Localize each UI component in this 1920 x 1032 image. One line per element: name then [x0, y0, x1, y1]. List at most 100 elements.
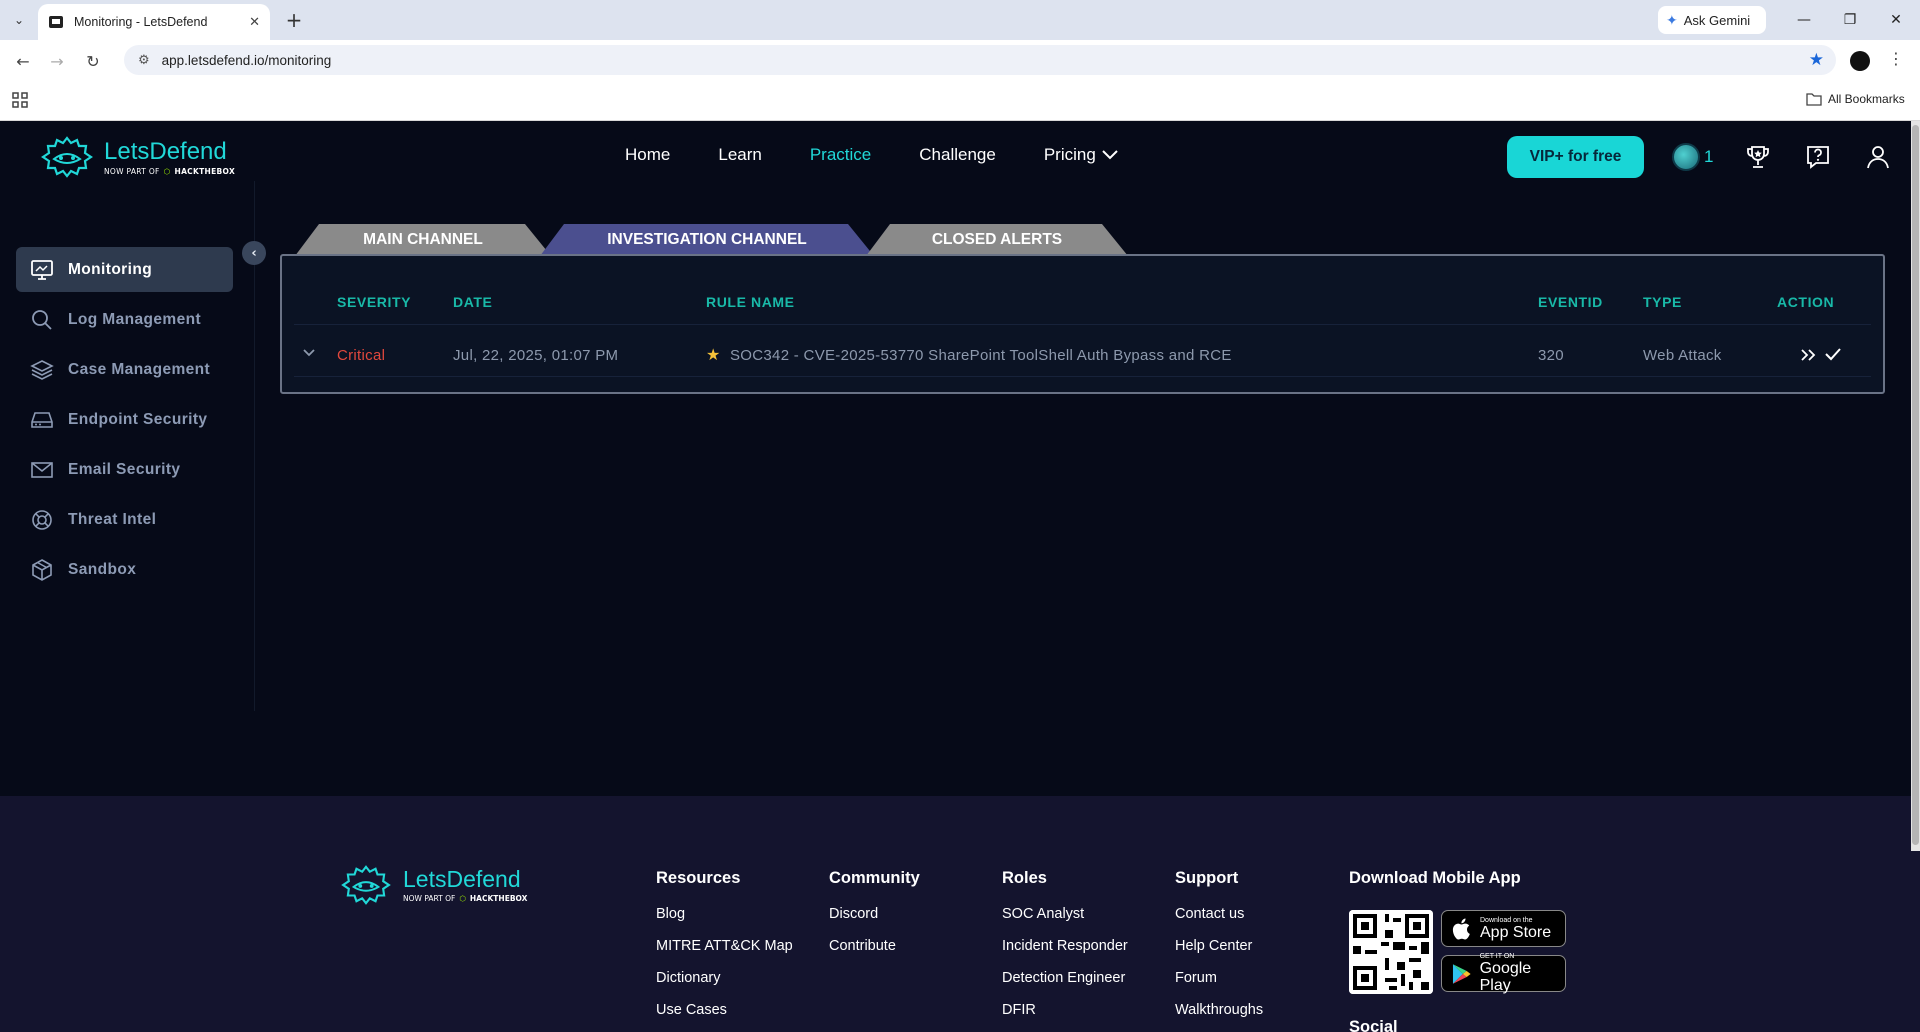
nav-learn[interactable]: Learn — [718, 145, 761, 165]
streak-count: 1 — [1704, 147, 1714, 166]
footer-link-use-cases[interactable]: Use Cases — [656, 1002, 793, 1018]
profile-avatar[interactable] — [1850, 51, 1870, 71]
app-store-big-text: App Store — [1480, 923, 1552, 941]
cube-icon — [32, 558, 52, 581]
restore-icon[interactable]: ❐ — [1830, 6, 1870, 34]
google-play-button[interactable]: GET IT ON Google Play — [1441, 953, 1566, 994]
nav-home[interactable]: Home — [625, 145, 670, 165]
app-store-small-text: Download on the — [1480, 916, 1533, 924]
letsdefend-logo-icon — [341, 865, 391, 905]
htb-cube-icon: ⬡ — [459, 894, 466, 903]
sidebar-item-label: Sandbox — [68, 560, 137, 578]
ask-gemini-button[interactable]: ✦ Ask Gemini — [1658, 6, 1766, 34]
nav-practice[interactable]: Practice — [810, 145, 871, 165]
footer-brand[interactable]: LetsDefend NOW PART OF ⬡ HACKTHEBOX — [339, 864, 527, 906]
browser-menu-icon[interactable]: ⋮ — [1888, 49, 1904, 68]
footer-brand-subtitle: NOW PART OF ⬡ HACKTHEBOX — [403, 894, 527, 903]
column-header-date[interactable]: DATE — [453, 294, 492, 310]
omnibox[interactable]: ⚙ app.letsdefend.io/monitoring ★ — [124, 45, 1836, 75]
page-scrollbar[interactable] — [1911, 121, 1920, 851]
minimize-icon[interactable]: — — [1784, 6, 1824, 34]
sidebar-item-label: Log Management — [68, 310, 202, 328]
user-profile-icon[interactable] — [1864, 143, 1892, 171]
site-settings-icon[interactable]: ⚙ — [138, 53, 150, 68]
footer-link-mitre[interactable]: MITRE ATT&CK Map — [656, 938, 793, 954]
google-play-icon — [1452, 963, 1471, 984]
trophy-icon[interactable] — [1744, 143, 1772, 171]
footer-link-contact[interactable]: Contact us — [1175, 906, 1263, 922]
brand-subtitle: NOW PART OF ⬡ HACKTHEBOX — [104, 167, 235, 176]
new-tab-icon[interactable]: + — [282, 8, 306, 32]
vip-free-button[interactable]: VIP+ for free — [1507, 136, 1644, 178]
help-icon[interactable] — [1804, 143, 1832, 171]
footer-link-soc-analyst[interactable]: SOC Analyst — [1002, 906, 1128, 922]
apps-grid-icon[interactable] — [12, 92, 28, 108]
sidebar-item-sandbox[interactable]: Sandbox — [16, 547, 233, 592]
reload-icon[interactable]: ↻ — [82, 50, 104, 72]
sidebar-item-label: Email Security — [68, 460, 181, 478]
footer-link-dfir[interactable]: DFIR — [1002, 1002, 1128, 1018]
browser-tab-title: Monitoring - LetsDefend — [74, 15, 208, 29]
letsdefend-favicon-icon — [49, 16, 63, 28]
app-store-button[interactable]: Download on the App Store — [1441, 910, 1566, 947]
take-ownership-icon[interactable] — [1800, 348, 1818, 362]
expand-row-chevron-icon[interactable] — [302, 348, 316, 358]
htb-cube-icon: ⬡ — [163, 166, 171, 176]
footer-link-detection-engineer[interactable]: Detection Engineer — [1002, 970, 1128, 986]
type-cell: Web Attack — [1643, 347, 1722, 364]
nav-challenge[interactable]: Challenge — [919, 145, 996, 165]
close-window-icon[interactable]: ✕ — [1876, 6, 1916, 34]
tab-search-icon[interactable]: ⌄ — [8, 9, 30, 31]
close-tab-icon[interactable]: ✕ — [249, 15, 260, 30]
footer-column-resources: Resources Blog MITRE ATT&CK Map Dictiona… — [656, 869, 793, 1032]
url-text[interactable]: app.letsdefend.io/monitoring — [162, 53, 332, 68]
column-header-type[interactable]: TYPE — [1643, 294, 1682, 310]
footer-link-forum[interactable]: Forum — [1175, 970, 1263, 986]
sidebar-item-monitoring[interactable]: Monitoring — [16, 247, 233, 292]
sidebar-item-email-security[interactable]: Email Security — [16, 447, 233, 492]
nav-pricing[interactable]: Pricing — [1044, 145, 1118, 165]
tab-main-channel[interactable]: MAIN CHANNEL — [295, 224, 551, 256]
bookmark-star-icon[interactable]: ★ — [1809, 50, 1824, 70]
footer-brand-sub-partner: HACKTHEBOX — [469, 894, 528, 903]
footer-heading: Roles — [1002, 869, 1047, 887]
brand-sub-partner: HACKTHEBOX — [174, 166, 236, 176]
footer-column-community: Community Discord Contribute — [829, 869, 920, 970]
back-icon[interactable]: ← — [12, 50, 34, 72]
brand-logo[interactable]: LetsDefend NOW PART OF ⬡ HACKTHEBOX — [40, 135, 235, 179]
column-header-severity[interactable]: SEVERITY — [337, 294, 411, 310]
sidebar-item-threat-intel[interactable]: Threat Intel — [16, 497, 233, 542]
footer-column-roles: Roles SOC Analyst Incident Responder Det… — [1002, 869, 1128, 1032]
streak-globe-icon — [1672, 143, 1700, 171]
column-header-eventid[interactable]: EVENTID — [1538, 294, 1603, 310]
collapse-sidebar-icon[interactable]: ‹ — [242, 241, 266, 265]
tab-investigation-channel[interactable]: INVESTIGATION CHANNEL — [540, 224, 874, 256]
footer-link-help-center[interactable]: Help Center — [1175, 938, 1263, 954]
browser-tab[interactable]: Monitoring - LetsDefend ✕ — [38, 4, 270, 40]
all-bookmarks-button[interactable]: All Bookmarks — [1806, 92, 1905, 106]
footer-link-dictionary[interactable]: Dictionary — [656, 970, 793, 986]
scrollbar-thumb[interactable] — [1912, 125, 1919, 845]
forward-icon[interactable]: → — [46, 50, 68, 72]
footer-heading: Community — [829, 869, 920, 887]
sidebar-item-endpoint-security[interactable]: Endpoint Security — [16, 397, 233, 442]
mail-icon — [31, 461, 53, 478]
streak-indicator[interactable]: 1 — [1672, 143, 1713, 171]
column-header-rule-name[interactable]: RULE NAME — [706, 294, 795, 310]
sidebar-item-label: Monitoring — [68, 260, 153, 278]
tab-closed-alerts[interactable]: CLOSED ALERTS — [866, 224, 1128, 256]
footer-link-discord[interactable]: Discord — [829, 906, 920, 922]
footer-link-incident-responder[interactable]: Incident Responder — [1002, 938, 1128, 954]
sidebar-item-case-management[interactable]: Case Management — [16, 347, 233, 392]
footer-link-blog[interactable]: Blog — [656, 906, 793, 922]
footer-heading: Support — [1175, 869, 1239, 887]
footer-link-walkthroughs[interactable]: Walkthroughs — [1175, 1002, 1263, 1018]
rule-name-cell[interactable]: SOC342 - CVE-2025-53770 SharePoint ToolS… — [730, 347, 1232, 364]
close-alert-check-icon[interactable] — [1824, 347, 1842, 361]
bookmarks-bar: All Bookmarks — [0, 80, 1920, 121]
footer-brand-name: LetsDefend — [403, 866, 521, 892]
footer-link-contribute[interactable]: Contribute — [829, 938, 920, 954]
monitor-icon — [31, 259, 53, 280]
sidebar-item-label: Endpoint Security — [68, 410, 208, 428]
sidebar-item-log-management[interactable]: Log Management — [16, 297, 233, 342]
